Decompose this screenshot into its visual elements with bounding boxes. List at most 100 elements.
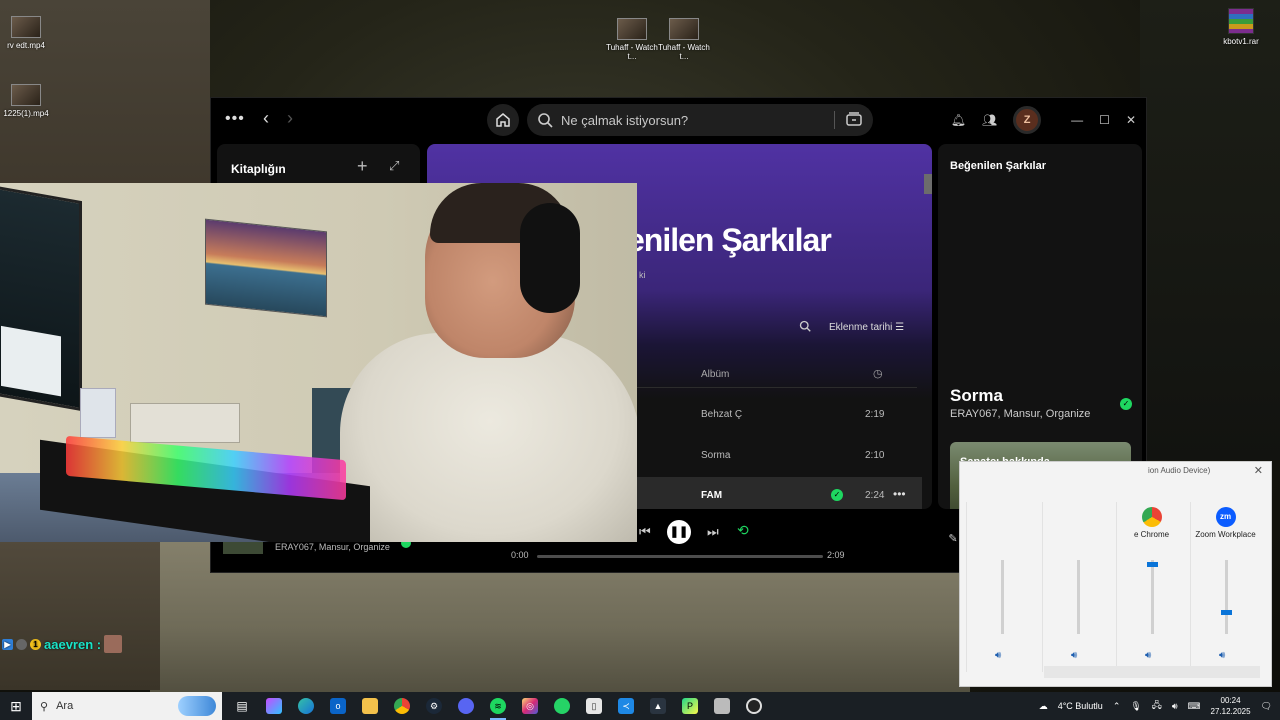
browse-icon[interactable] <box>845 110 863 128</box>
pycharm-icon[interactable]: P <box>674 692 706 720</box>
video-file-icon <box>11 84 41 106</box>
home-icon <box>496 113 510 127</box>
search-highlight-image <box>178 696 216 716</box>
track-row[interactable]: Sorma 2:10 <box>627 437 922 475</box>
copilot-icon[interactable] <box>258 692 290 720</box>
desktop-icon-tuhaff-2[interactable]: Tuhaff - Watch t... <box>654 18 714 61</box>
forward-arrow-icon[interactable]: › <box>287 108 293 129</box>
notification-icon[interactable]: 🗨︎ <box>1261 701 1272 712</box>
shield-icon[interactable] <box>706 692 738 720</box>
discord-icon[interactable] <box>450 692 482 720</box>
repeat-icon[interactable]: ⟲ <box>737 522 749 539</box>
expand-icon[interactable]: ⤢ <box>389 158 399 174</box>
desktop-icon-rar[interactable]: kbotv1.rar <box>1211 8 1271 46</box>
close-icon[interactable]: ✕ <box>1254 464 1263 477</box>
player-artists[interactable]: ERAY067, Mansur, Organize <box>275 542 390 552</box>
liked-check-icon[interactable]: ✓ <box>831 489 843 501</box>
progress-bar[interactable] <box>537 555 823 558</box>
now-playing-title[interactable]: Sorma <box>950 386 1003 406</box>
mixer-channel-chrome: e Chrome 🔊︎ <box>1116 502 1186 672</box>
desktop-icon-label: kbotv1.rar <box>1223 37 1259 46</box>
speaker-icon[interactable]: 🔊︎ <box>995 650 1001 661</box>
pause-button[interactable]: ❚❚ <box>667 520 691 544</box>
friends-activity-icon[interactable]: 👥︎ <box>982 113 997 127</box>
outlook-icon[interactable]: o <box>322 692 354 720</box>
time-total: 2:09 <box>827 550 845 560</box>
emote-icon <box>104 635 123 653</box>
file-explorer-icon[interactable] <box>354 692 386 720</box>
vscode-icon[interactable]: ≺ <box>610 692 642 720</box>
desktop-icon-tuhaff-1[interactable]: Tuhaff - Watch t... <box>602 18 662 61</box>
desktop-icon-video-2[interactable]: 1225(1).mp4 <box>0 84 56 118</box>
speaker-icon[interactable]: 🔊︎ <box>1172 701 1178 712</box>
language-icon[interactable]: ⌨ <box>1188 701 1201 712</box>
next-icon[interactable]: ⏭ <box>707 524 719 540</box>
minimize-icon[interactable]: — <box>1071 113 1083 127</box>
network-icon[interactable]: 🖧︎ <box>1152 698 1162 714</box>
instagram-icon[interactable]: ◎ <box>514 692 546 720</box>
spotify-icon[interactable]: ≋ <box>482 692 514 720</box>
webcam-overlay <box>0 183 637 542</box>
home-button[interactable] <box>487 104 519 136</box>
add-icon[interactable]: + <box>357 156 368 177</box>
previous-icon[interactable]: ⏮ <box>639 524 651 540</box>
edge-icon[interactable] <box>290 692 322 720</box>
track-row[interactable]: Behzat Ç 2:19 <box>627 396 922 434</box>
column-header-album[interactable]: Albüm <box>701 369 729 380</box>
mixer-channel: 🔊︎ <box>966 502 1036 672</box>
desktop-icon-label: 1225(1).mp4 <box>3 109 49 118</box>
track-album[interactable]: FAM <box>701 490 722 501</box>
track-row-active[interactable]: FAM ✓ 2:24 ••• <box>627 477 922 509</box>
wall-painting <box>205 218 327 318</box>
mic-icon[interactable]: ✎ <box>948 532 957 545</box>
avatar[interactable]: Z <box>1013 106 1042 134</box>
winrar-archive-icon <box>1228 8 1254 34</box>
horizontal-scrollbar[interactable] <box>1044 666 1260 678</box>
search-in-playlist-icon[interactable] <box>799 320 811 335</box>
mixer-app-name: Zoom Workplace <box>1195 530 1256 539</box>
speaker-icon[interactable]: 🔊︎ <box>1071 650 1077 661</box>
task-view-icon[interactable]: ▤ <box>226 692 258 720</box>
more-options-icon[interactable]: ••• <box>893 487 906 501</box>
weather-text[interactable]: 4°C Bulutlu <box>1058 701 1103 711</box>
windows-start-icon[interactable]: ⊞ <box>0 692 32 720</box>
volume-slider[interactable] <box>1001 560 1004 634</box>
speaker-icon[interactable]: 🔊︎ <box>1219 650 1225 661</box>
liked-check-icon[interactable]: ✓ <box>1120 398 1132 410</box>
search-icon <box>538 113 553 128</box>
scrollbar[interactable] <box>924 174 932 194</box>
track-album[interactable]: Behzat Ç <box>701 409 742 420</box>
maximize-icon[interactable]: ☐ <box>1099 113 1110 127</box>
search-input[interactable]: Ne çalmak istiyorsun? <box>527 104 873 136</box>
whatsapp-icon[interactable] <box>546 692 578 720</box>
speaker-icon[interactable]: 🔊︎ <box>1145 650 1151 661</box>
arc-icon[interactable]: ▲ <box>642 692 674 720</box>
clock-icon: ◷ <box>873 368 883 380</box>
track-album[interactable]: Sorma <box>701 450 730 461</box>
microphone-icon[interactable]: 🎙︎ <box>1130 701 1141 712</box>
volume-slider[interactable] <box>1221 560 1232 634</box>
steam-icon[interactable]: ⚙ <box>418 692 450 720</box>
time-current: 0:00 <box>511 550 529 560</box>
clock-date: 27.12.2025 <box>1210 707 1251 716</box>
bell-icon[interactable]: 🔔︎ <box>951 113 966 127</box>
menu-dots-icon[interactable]: ••• <box>225 110 245 128</box>
volume-slider[interactable] <box>1147 560 1158 634</box>
file-icon[interactable]: ▯ <box>578 692 610 720</box>
chevron-up-icon[interactable]: ⌃ <box>1113 701 1121 712</box>
clock-time: 00:24 <box>1220 696 1241 705</box>
mixer-channel-zoom: zm Zoom Workplace 🔊︎ <box>1190 502 1260 672</box>
system-tray: ☁ 4°C Bulutlu ⌃ 🎙︎ 🖧︎ 🔊︎ ⌨ 00:24 27.12.2… <box>1039 695 1280 717</box>
volume-slider[interactable] <box>1077 560 1080 634</box>
chrome-icon[interactable] <box>386 692 418 720</box>
badge-icon: ▶ <box>2 638 13 650</box>
obs-icon[interactable] <box>738 692 770 720</box>
taskbar-search-label: Ara <box>56 700 74 712</box>
taskbar-search[interactable]: ⚲ Ara <box>32 692 222 720</box>
clock[interactable]: 00:24 27.12.2025 <box>1211 695 1251 717</box>
desktop-icon-video-1[interactable]: rv edt.mp4 <box>0 16 56 50</box>
close-icon[interactable]: ✕ <box>1126 113 1136 127</box>
sort-button[interactable]: Eklenme tarihi ☰ <box>829 322 904 333</box>
back-arrow-icon[interactable]: ‹ <box>263 108 269 129</box>
now-playing-artists[interactable]: ERAY067, Mansur, Organize <box>950 408 1090 420</box>
